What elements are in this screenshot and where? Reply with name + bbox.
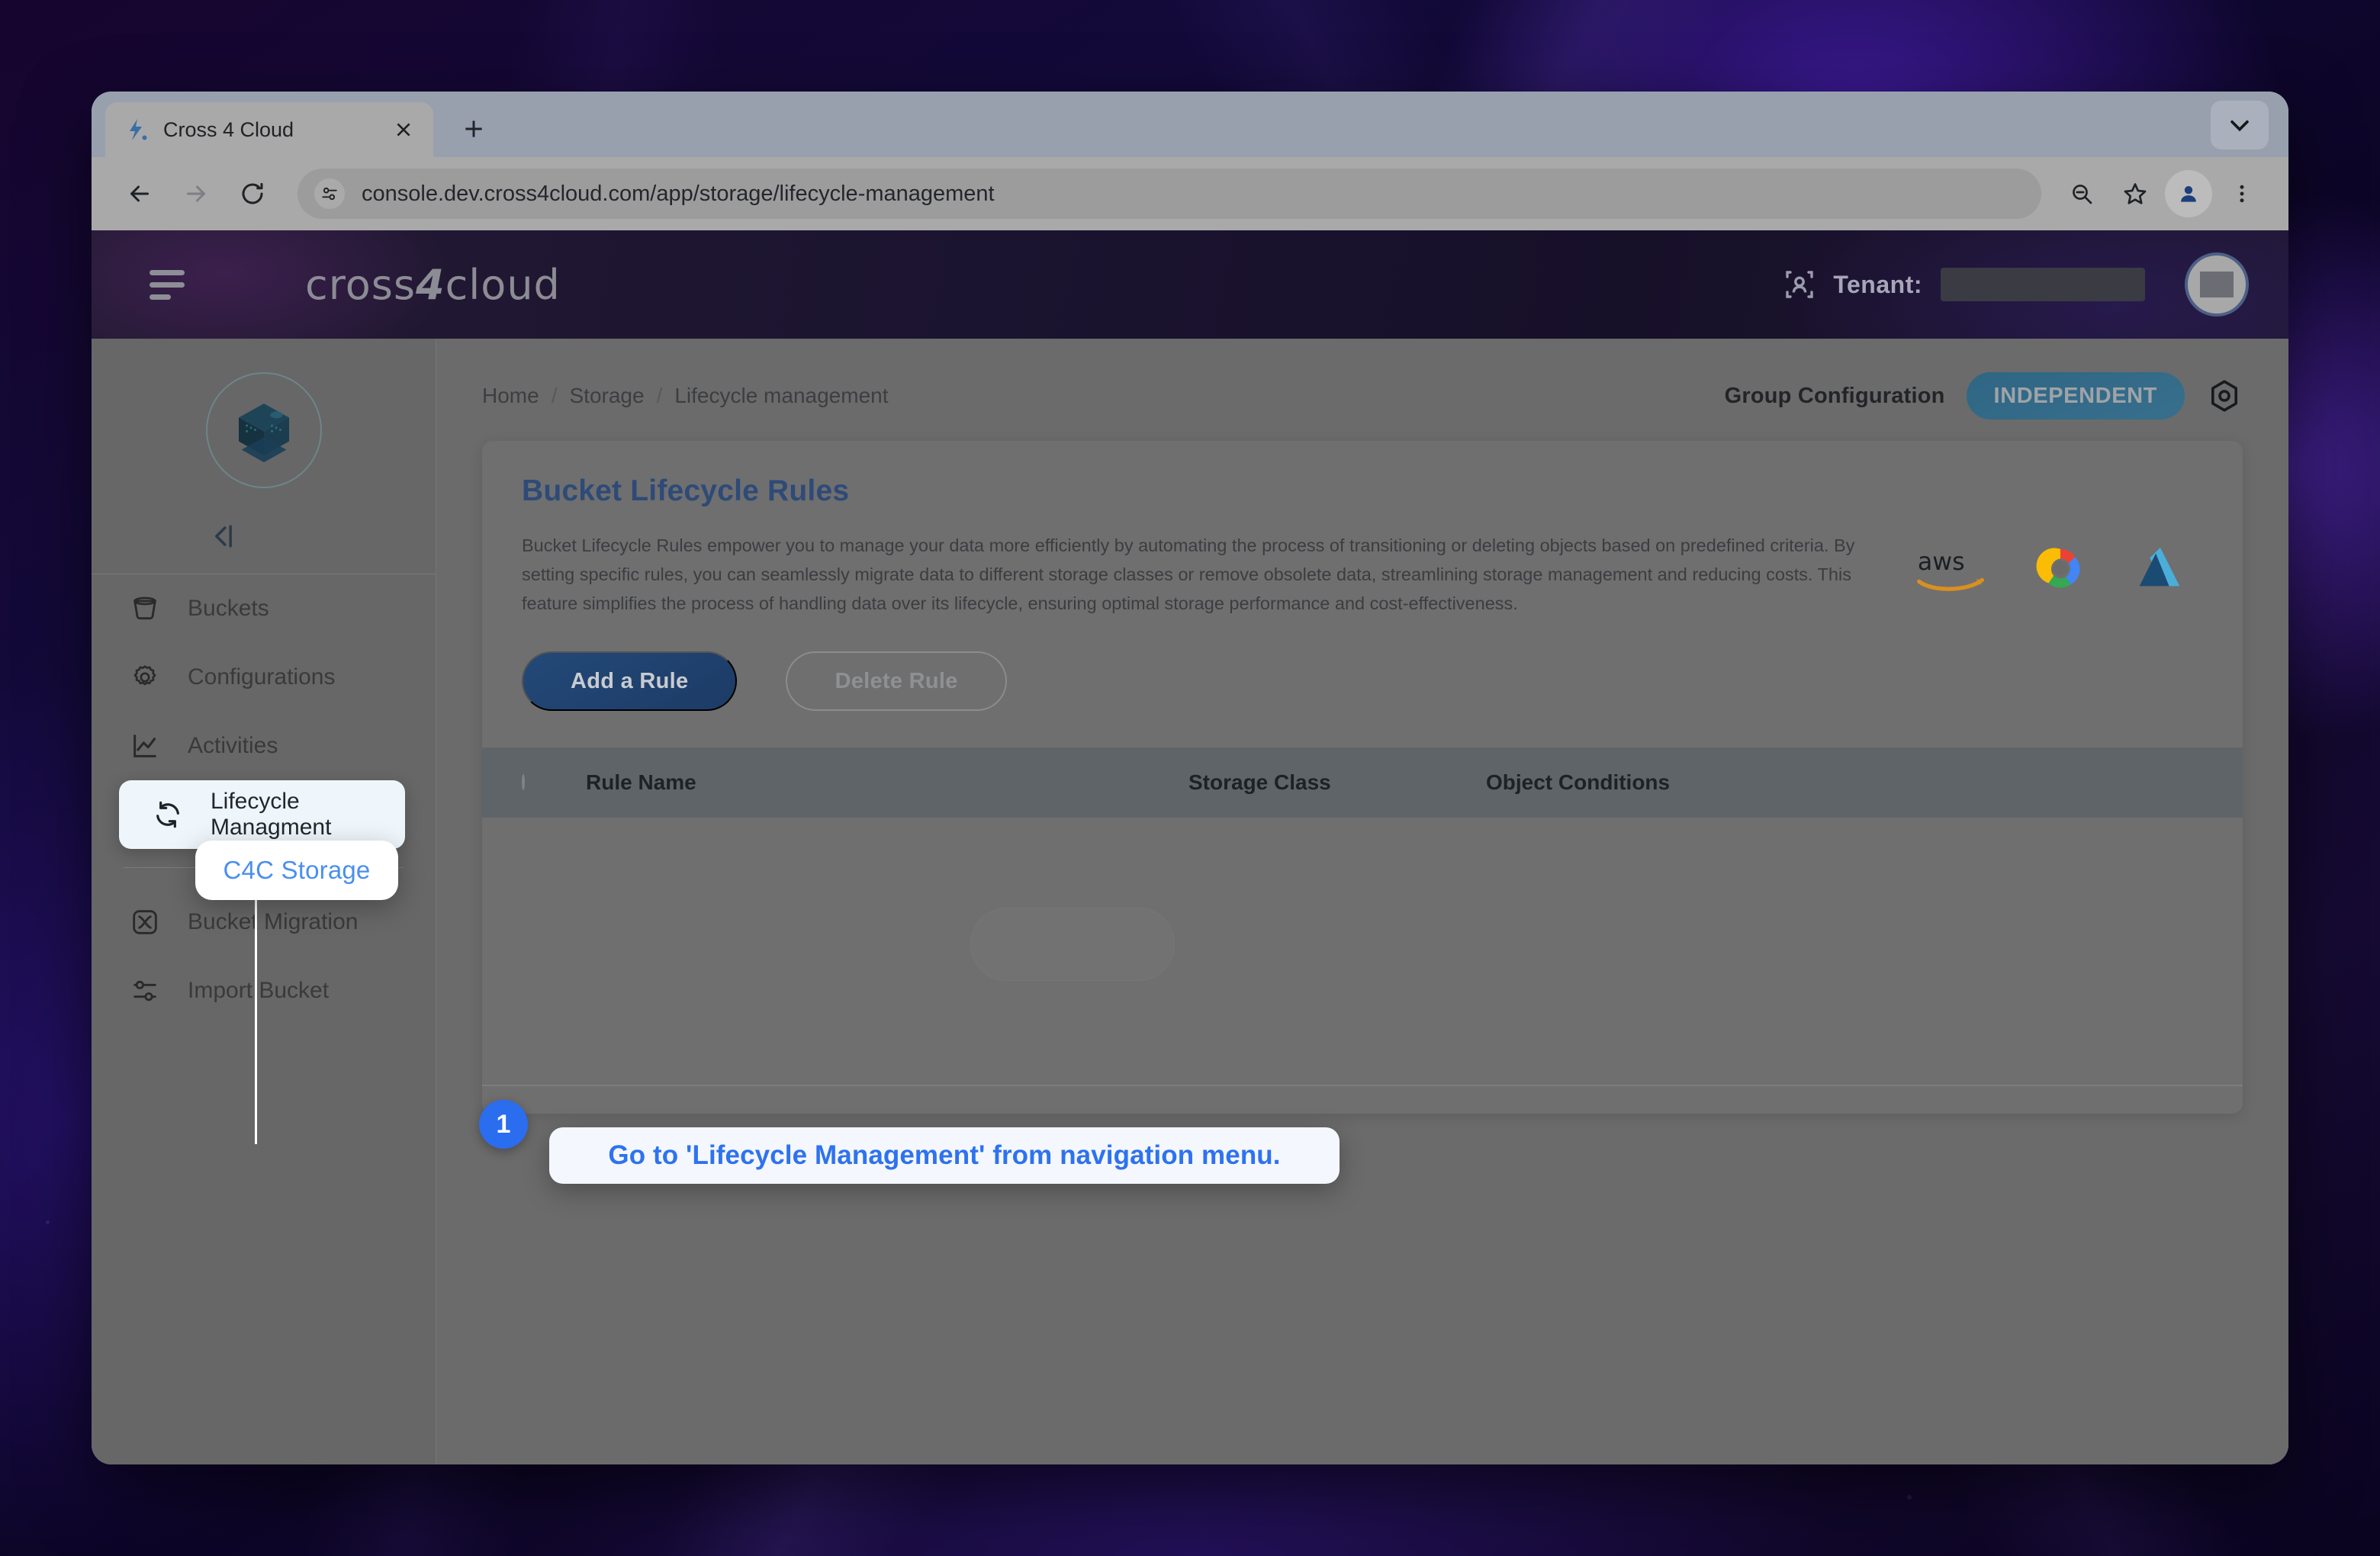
sidebar-item-label: Import Bucket xyxy=(188,978,330,1003)
address-bar[interactable]: console.dev.cross4cloud.com/app/storage/… xyxy=(298,169,2041,219)
hex-gear-icon[interactable] xyxy=(2206,378,2243,414)
callout-connector-line xyxy=(255,892,257,1144)
sidebar: Buckets Configurations Activities Lifecy… xyxy=(92,339,436,1464)
page-title: Bucket Lifecycle Rules xyxy=(522,474,850,507)
new-tab-button[interactable] xyxy=(452,107,496,151)
sidebar-item-label: Activities xyxy=(188,733,278,758)
brand-four: 4 xyxy=(416,260,445,309)
refresh-cycle-icon xyxy=(151,798,185,831)
empty-state-placeholder xyxy=(970,908,1175,981)
tenant-value-redacted xyxy=(1941,268,2145,301)
chevron-down-icon[interactable] xyxy=(2211,101,2269,149)
brand-prefix: cross xyxy=(305,260,416,309)
main-content: Home / Storage / Lifecycle management Gr… xyxy=(436,339,2288,1464)
storage-cube-icon xyxy=(205,372,322,488)
bucket-lifecycle-rules-card: Bucket Lifecycle Rules Bucket Lifecycle … xyxy=(482,441,2243,1114)
select-all-cell[interactable] xyxy=(522,774,586,791)
instruction-callout: Go to 'Lifecycle Management' from naviga… xyxy=(549,1127,1340,1184)
brand-suffix: cloud xyxy=(445,260,561,309)
sidebar-item-label: Lifecycle Managment xyxy=(211,789,332,840)
zoom-out-icon[interactable] xyxy=(2058,170,2105,217)
bucket-icon xyxy=(128,592,162,625)
app-header: cross4cloud Tenant: xyxy=(92,230,2288,339)
close-icon[interactable] xyxy=(391,117,416,143)
reload-icon[interactable] xyxy=(227,169,278,219)
card-action-buttons: Add a Rule Delete Rule xyxy=(522,651,2203,747)
delete-rule-button[interactable]: Delete Rule xyxy=(786,651,1007,712)
app-brand-logo[interactable]: cross4cloud xyxy=(305,261,561,309)
browser-tab-strip: Cross 4 Cloud xyxy=(92,92,2288,157)
sidebar-item-configurations[interactable]: Configurations xyxy=(92,643,436,712)
avatar[interactable] xyxy=(2185,252,2249,317)
tenant-display: Tenant: xyxy=(1781,266,2145,303)
browser-tab[interactable]: Cross 4 Cloud xyxy=(105,102,433,157)
column-header-rule-name[interactable]: Rule Name xyxy=(586,770,1188,795)
back-arrow-icon[interactable] xyxy=(114,169,165,219)
tenant-label: Tenant: xyxy=(1833,270,1922,298)
breadcrumb: Home / Storage / Lifecycle management xyxy=(482,384,889,408)
browser-window: Cross 4 Cloud console.dev.cross4cloud.co… xyxy=(92,92,2288,1464)
radio-circle-icon[interactable] xyxy=(522,774,525,791)
sidebar-logo-wrap xyxy=(92,372,436,488)
more-vertical-icon[interactable] xyxy=(2218,170,2266,217)
step-number-badge: 1 xyxy=(479,1100,528,1149)
background-speck xyxy=(1907,1495,1912,1500)
sliders-icon xyxy=(128,974,162,1008)
aws-logo: aws xyxy=(1915,543,1988,596)
tenant-user-icon xyxy=(1781,266,1818,303)
sidebar-nav: Buckets Configurations Activities Lifecy… xyxy=(92,574,436,1025)
cross4cloud-logo-icon xyxy=(125,117,151,143)
sidebar-item-buckets[interactable]: Buckets xyxy=(92,574,436,643)
gear-icon xyxy=(128,661,162,694)
svg-text:aws: aws xyxy=(1918,548,1965,576)
site-settings-icon[interactable] xyxy=(314,178,345,209)
group-configuration-label: Group Configuration xyxy=(1724,383,1945,408)
browser-tab-title: Cross 4 Cloud xyxy=(163,117,294,141)
breadcrumb-separator: / xyxy=(551,384,558,407)
desktop-background: Cross 4 Cloud console.dev.cross4cloud.co… xyxy=(0,0,2380,1556)
hamburger-menu-icon[interactable] xyxy=(150,263,192,306)
card-description: Bucket Lifecycle Rules empower you to ma… xyxy=(522,535,1855,614)
address-bar-url: console.dev.cross4cloud.com/app/storage/… xyxy=(362,181,995,206)
breadcrumb-separator: / xyxy=(656,384,663,407)
column-header-object-conditions[interactable]: Object Conditions xyxy=(1486,770,2203,795)
sidebar-section-callout: C4C Storage xyxy=(195,841,398,900)
status-badge[interactable]: INDEPENDENT xyxy=(1966,372,2185,420)
sidebar-item-label: Buckets xyxy=(188,596,269,621)
group-configuration: Group Configuration INDEPENDENT xyxy=(1725,372,2243,420)
card-header-area: Bucket Lifecycle Rules Bucket Lifecycle … xyxy=(482,441,2243,747)
profile-avatar-icon[interactable] xyxy=(2165,170,2212,217)
table-header-row: Rule Name Storage Class Object Condition… xyxy=(482,747,2243,818)
azure-logo xyxy=(2133,543,2183,596)
breadcrumb-item-storage[interactable]: Storage xyxy=(569,384,644,408)
breadcrumb-row: Home / Storage / Lifecycle management Gr… xyxy=(482,372,2243,420)
sidebar-item-import-bucket[interactable]: Import Bucket xyxy=(92,956,436,1025)
breadcrumb-item-current: Lifecycle management xyxy=(674,384,889,407)
table-body-empty xyxy=(482,818,2243,1085)
add-rule-button[interactable]: Add a Rule xyxy=(522,651,738,712)
app-body: Buckets Configurations Activities Lifecy… xyxy=(92,339,2288,1464)
sidebar-item-lifecycle-managment[interactable]: Lifecycle Managment xyxy=(119,780,405,849)
sidebar-item-label: Bucket Migration xyxy=(188,909,359,934)
browser-toolbar: console.dev.cross4cloud.com/app/storage/… xyxy=(92,157,2288,230)
bookmark-star-icon[interactable] xyxy=(2111,170,2159,217)
collapse-left-icon[interactable] xyxy=(206,519,241,554)
card-footer xyxy=(482,1086,2243,1114)
card-intro-row: Bucket Lifecycle Rules empower you to ma… xyxy=(522,531,2203,618)
migration-icon xyxy=(128,905,162,939)
google-cloud-logo xyxy=(2032,543,2089,596)
forward-arrow-icon xyxy=(171,169,221,219)
avatar-image-placeholder xyxy=(2200,272,2234,297)
breadcrumb-item-home[interactable]: Home xyxy=(482,384,539,408)
column-header-storage-class[interactable]: Storage Class xyxy=(1188,770,1486,795)
chart-line-icon xyxy=(128,729,162,763)
cloud-provider-logos: aws xyxy=(1915,531,2203,596)
background-speck xyxy=(46,1220,50,1224)
sidebar-item-activities[interactable]: Activities xyxy=(92,712,436,780)
sidebar-item-label: Configurations xyxy=(188,664,336,690)
page-viewport: cross4cloud Tenant: Buckets Configuratio… xyxy=(92,230,2288,1464)
